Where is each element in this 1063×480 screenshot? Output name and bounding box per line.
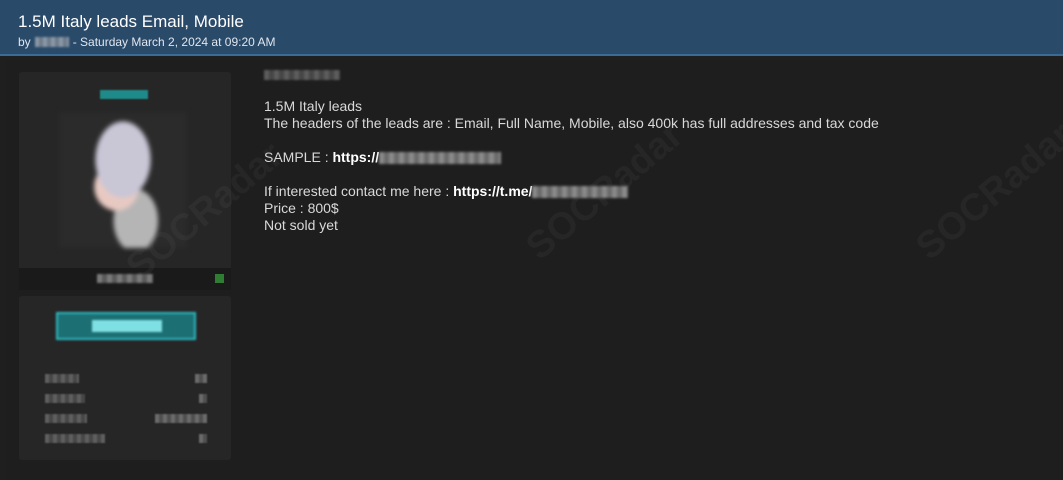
- status-line: Not sold yet: [264, 217, 338, 233]
- by-label: by: [18, 35, 31, 49]
- stat-value: [195, 374, 207, 383]
- stat-label: [45, 414, 87, 423]
- stat-row: [45, 434, 207, 444]
- user-stats-card: [19, 296, 231, 460]
- stat-value: [199, 394, 207, 403]
- profile-card: [19, 72, 231, 290]
- online-status-icon: [215, 274, 224, 283]
- sample-line: SAMPLE : https://: [264, 149, 1044, 166]
- contact-line: If interested contact me here : https://…: [264, 183, 1044, 200]
- username-redacted[interactable]: [100, 90, 148, 99]
- post-line: The headers of the leads are : Email, Fu…: [264, 115, 879, 131]
- sample-label: SAMPLE :: [264, 149, 333, 165]
- thread-byline: by - Saturday March 2, 2024 at 09:20 AM: [18, 35, 275, 49]
- rank-bar: [19, 268, 231, 290]
- author-name-redacted[interactable]: [34, 37, 69, 47]
- telegram-link[interactable]: https://t.me/: [453, 183, 532, 199]
- avatar[interactable]: [59, 112, 187, 248]
- post-header-redacted: [264, 70, 340, 80]
- stat-row: [45, 394, 207, 404]
- userbar-text-redacted: [92, 320, 162, 332]
- post-date: - Saturday March 2, 2024 at 09:20 AM: [72, 35, 276, 49]
- stat-value: [199, 434, 207, 443]
- userbar-badge: [56, 312, 196, 340]
- stat-row: [45, 414, 207, 424]
- thread-title: 1.5M Italy leads Email, Mobile: [18, 12, 244, 31]
- price-line: Price : 800$: [264, 200, 339, 216]
- telegram-handle-redacted[interactable]: [532, 186, 629, 199]
- stat-row: [45, 374, 207, 384]
- sample-link[interactable]: https://: [332, 149, 379, 165]
- sample-link-redacted[interactable]: [379, 152, 502, 165]
- stat-label: [45, 434, 105, 443]
- thread-header: 1.5M Italy leads Email, Mobile by - Satu…: [0, 0, 1063, 56]
- stat-label: [45, 374, 79, 383]
- stat-label: [45, 394, 85, 403]
- contact-label: If interested contact me here :: [264, 183, 454, 199]
- post-line: 1.5M Italy leads: [264, 98, 363, 114]
- stat-value: [155, 414, 207, 423]
- user-rank-redacted: [97, 274, 153, 283]
- post-body: 1.5M Italy leads The headers of the lead…: [264, 70, 1044, 234]
